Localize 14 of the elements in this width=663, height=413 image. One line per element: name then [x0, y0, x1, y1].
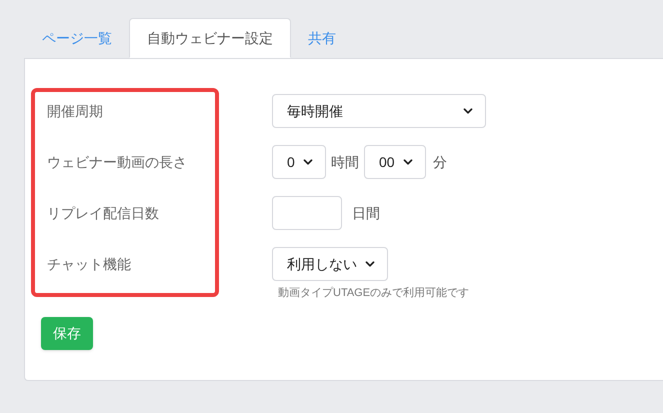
hours-select[interactable]: 0	[272, 145, 326, 179]
field-label: ウェビナー動画の長さ	[47, 152, 187, 172]
help-text: 動画タイプUTAGEのみで利用可能です	[278, 286, 470, 301]
unit-label: 時間	[331, 152, 359, 172]
field-label: チャット機能	[47, 254, 131, 274]
tab[interactable]: 自動ウェビナー設定	[129, 18, 291, 58]
field-label: リプレイ配信日数	[47, 204, 159, 222]
field-label: 開催周期	[47, 102, 103, 120]
minutes-select[interactable]: 00	[364, 145, 426, 179]
frequency-select[interactable]: 毎時開催	[272, 94, 486, 128]
days-input[interactable]	[272, 196, 342, 230]
unit-label: 日間	[352, 204, 380, 222]
unit-label: 分	[433, 152, 447, 172]
chat-select[interactable]: 利用しない	[272, 247, 388, 281]
